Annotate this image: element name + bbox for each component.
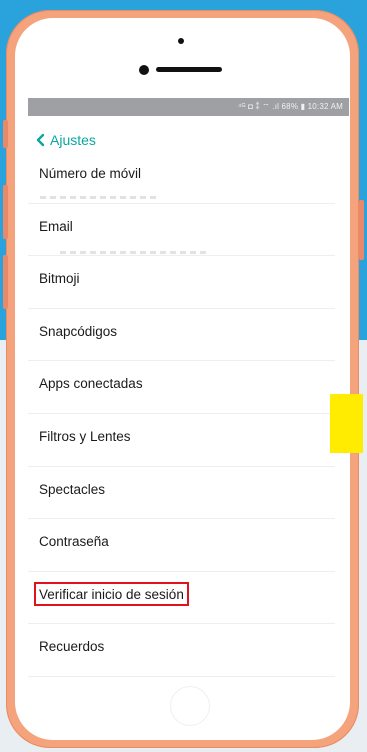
settings-item-email[interactable]: Email bbox=[28, 204, 335, 257]
settings-item-contrasena[interactable]: Contraseña bbox=[28, 519, 335, 572]
settings-item-label: Email bbox=[39, 218, 73, 234]
phone-volume-up-button bbox=[3, 185, 8, 239]
settings-item-label: Recuerdos bbox=[39, 639, 105, 655]
phone-mute-switch bbox=[3, 120, 8, 148]
home-button bbox=[170, 686, 210, 726]
back-label: Ajustes bbox=[50, 132, 96, 148]
status-bar: ⁴ᴳ ◘ ⁑ ⌔ .ıl 68% ▮ 10:32 AM bbox=[28, 98, 349, 116]
settings-item-label: Bitmoji bbox=[39, 271, 80, 287]
settings-item-spectacles[interactable]: Spectacles bbox=[28, 467, 335, 520]
yellow-marker bbox=[330, 394, 363, 453]
settings-item-label: Contraseña bbox=[39, 534, 109, 550]
phone-power-button bbox=[359, 200, 364, 260]
status-bar-text: ⁴ᴳ ◘ ⁑ ⌔ .ıl 68% ▮ 10:32 AM bbox=[237, 102, 343, 111]
divider-artifact bbox=[40, 196, 160, 199]
settings-item-label: Número de móvil bbox=[39, 166, 142, 181]
earpiece-speaker bbox=[156, 67, 222, 72]
phone-volume-down-button bbox=[3, 255, 8, 309]
back-button[interactable]: Ajustes bbox=[34, 129, 96, 151]
settings-list: Número de móvil Email Bitmoji Snapcódigo… bbox=[28, 151, 335, 677]
settings-item-label: Filtros y Lentes bbox=[39, 428, 131, 444]
settings-item-label: Apps conectadas bbox=[39, 376, 143, 392]
settings-item-snapcodigos[interactable]: Snapcódigos bbox=[28, 309, 335, 362]
front-camera bbox=[178, 38, 184, 44]
settings-item-verificar-inicio-sesion[interactable]: Verificar inicio de sesión bbox=[28, 572, 335, 625]
chevron-left-icon bbox=[36, 133, 45, 147]
divider-artifact bbox=[60, 251, 210, 254]
settings-item-label: Snapcódigos bbox=[39, 323, 118, 339]
settings-item-label: Spectacles bbox=[39, 481, 106, 497]
proximity-sensor bbox=[139, 65, 149, 75]
settings-item-bitmoji[interactable]: Bitmoji bbox=[28, 256, 335, 309]
settings-item-label: Verificar inicio de sesión bbox=[34, 581, 189, 606]
settings-item-filtros-lentes[interactable]: Filtros y Lentes bbox=[28, 414, 335, 467]
settings-item-apps-conectadas[interactable]: Apps conectadas bbox=[28, 361, 335, 414]
settings-item-recuerdos[interactable]: Recuerdos bbox=[28, 624, 335, 677]
